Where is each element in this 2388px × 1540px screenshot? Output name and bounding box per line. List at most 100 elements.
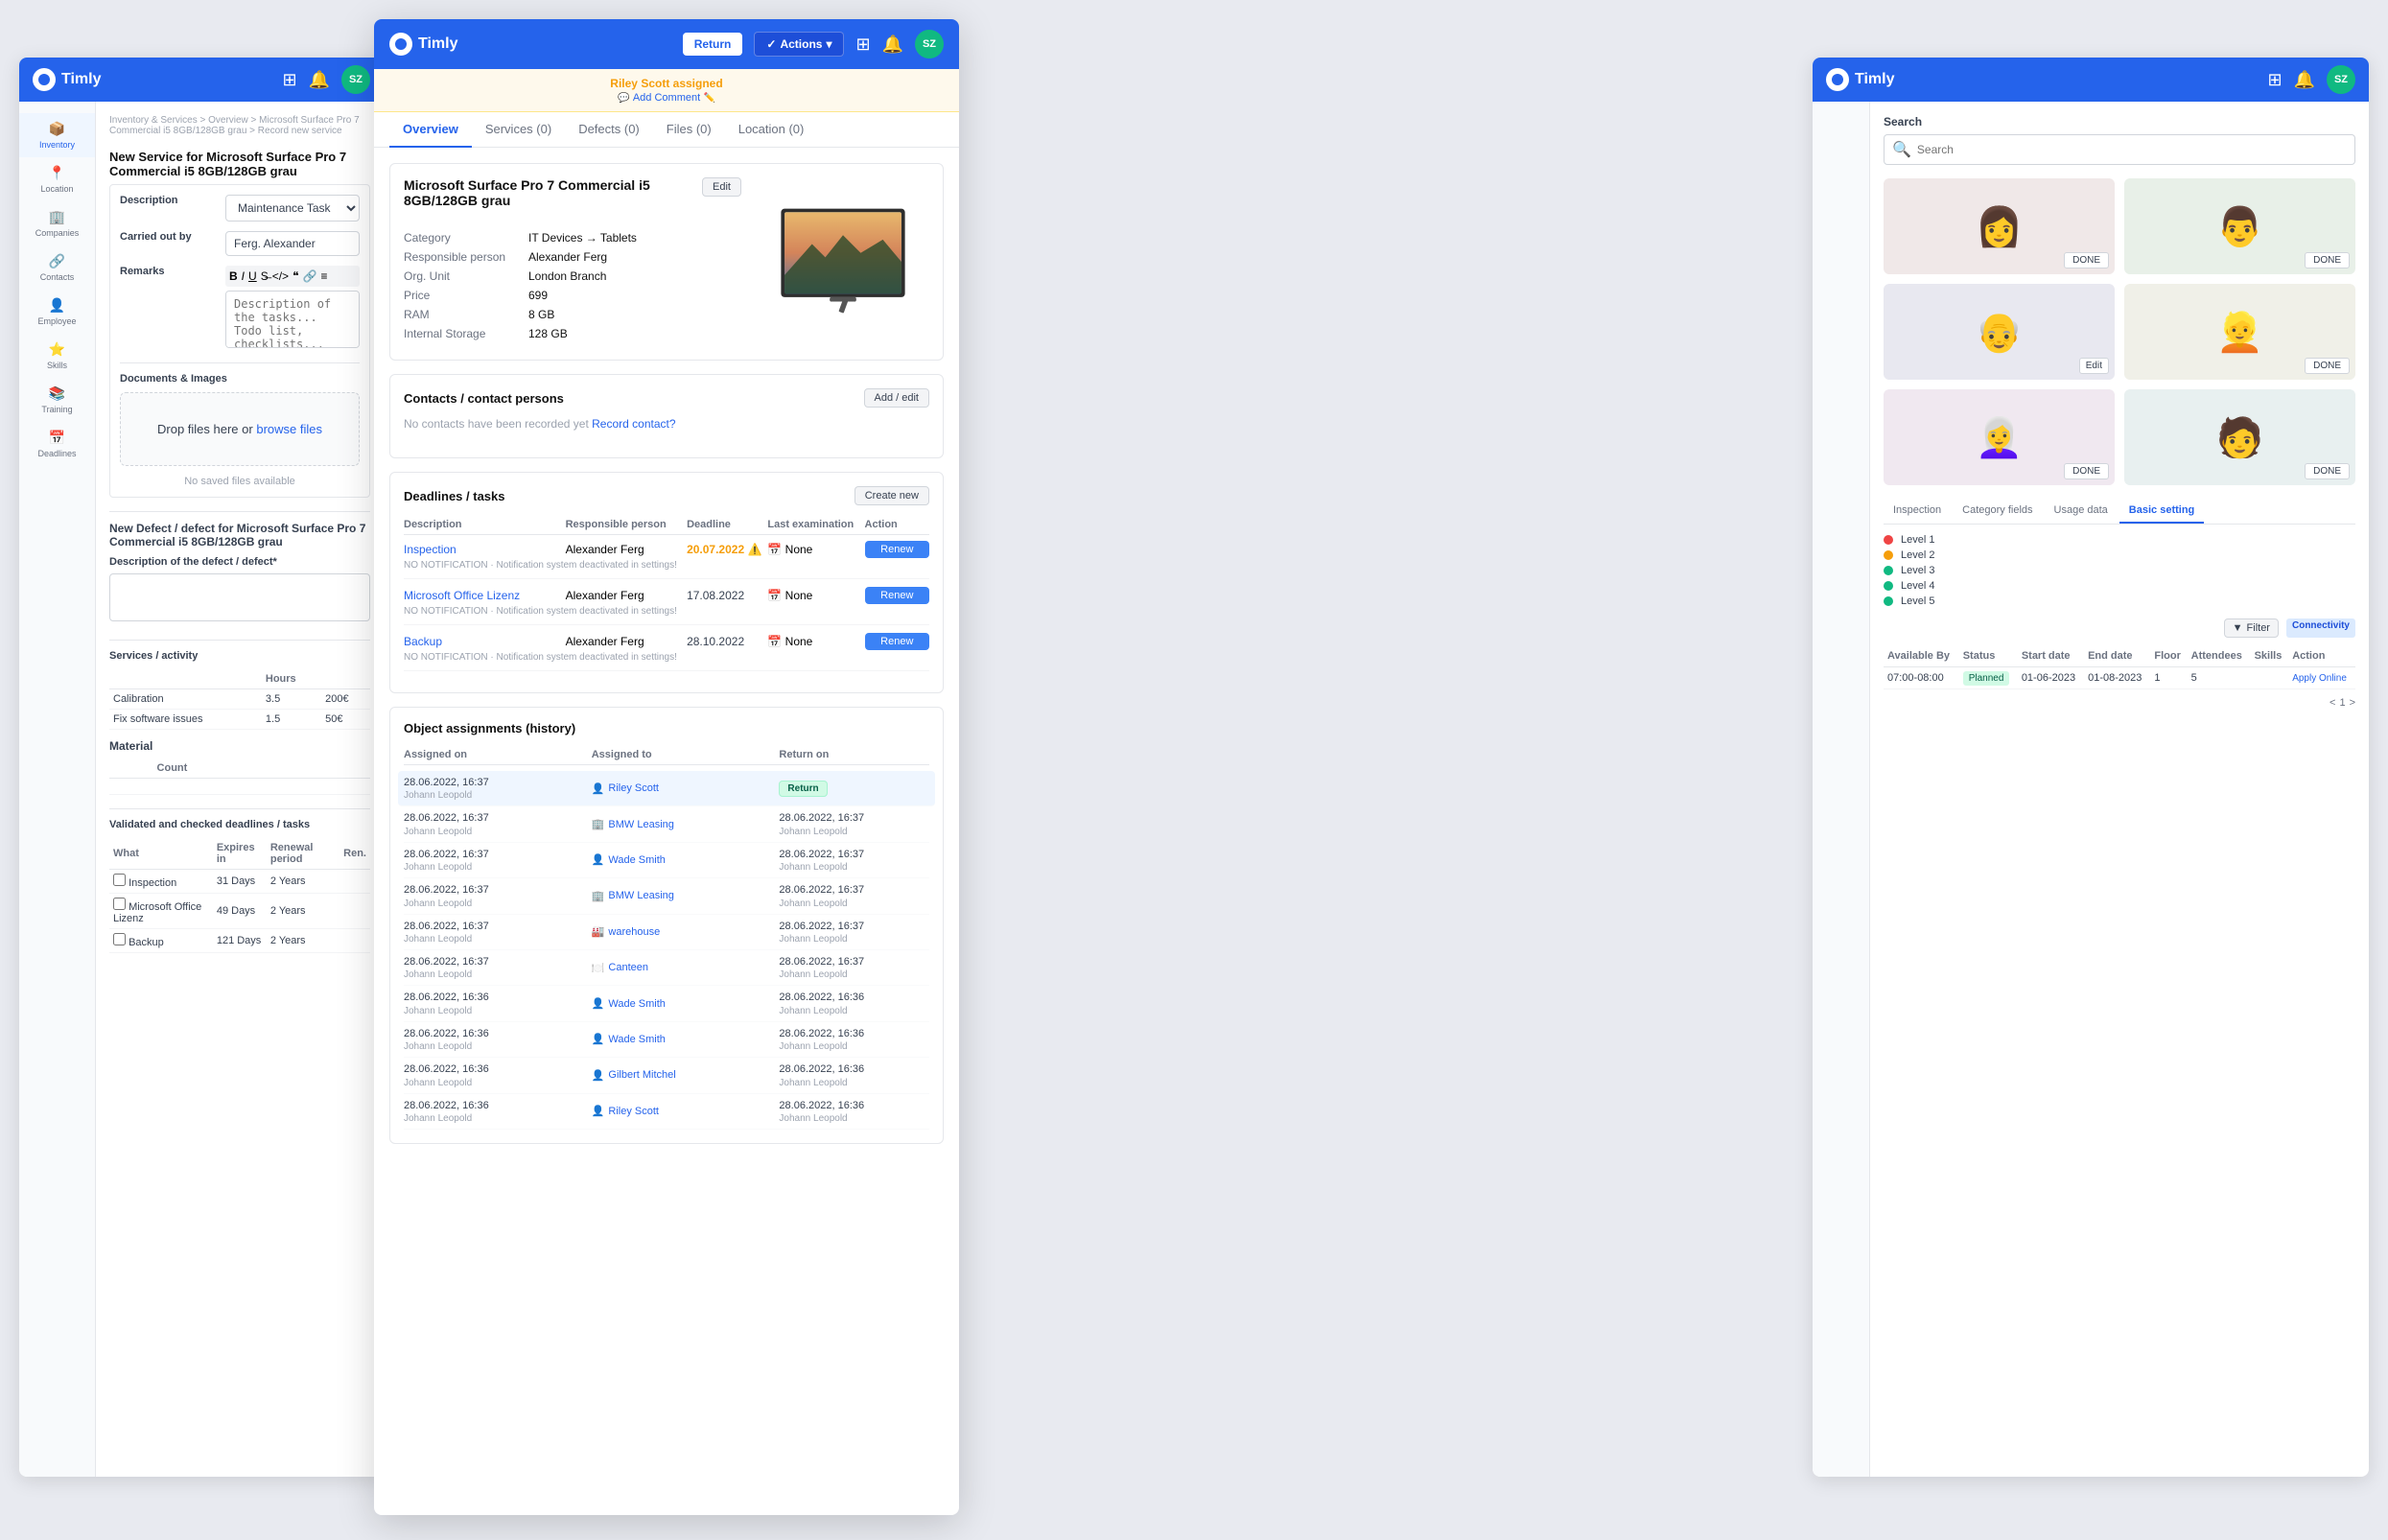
remarks-textarea[interactable] [225,291,360,348]
face-card-5: 🧑 DONE [2124,389,2355,485]
sidebar-item-contacts[interactable]: 🔗 Contacts [19,245,95,290]
sidebar-item-employee[interactable]: 👤 Employee [19,290,95,334]
assignee-link-5[interactable]: 🍽️ Canteen [592,962,780,974]
quote-icon[interactable]: ❝ [293,269,298,283]
defect-textarea[interactable] [109,573,370,621]
assign-row-2: 28.06.2022, 16:37 Johann Leopold 👤 Wade … [404,843,929,878]
italic-icon[interactable]: I [242,269,245,283]
bold-icon[interactable]: B [229,269,238,283]
avatar-main[interactable]: SZ [915,30,944,58]
assign-row-4: 28.06.2022, 16:37 Johann Leopold 🏭 wareh… [404,915,929,950]
assignee-link-6[interactable]: 👤 Wade Smith [592,997,780,1010]
done-button-5[interactable]: DONE [2305,463,2350,479]
done-button-0[interactable]: DONE [2064,252,2109,268]
drop-zone[interactable]: Drop files here or browse files [120,392,360,466]
pagination: < 1 > [1884,697,2355,709]
assignee-link-7[interactable]: 👤 Wade Smith [592,1033,780,1045]
service-row-0: Calibration 3.5 200€ [109,689,370,710]
left-header: Timly ⊞ 🔔 SZ [19,58,384,102]
assignee-link-2[interactable]: 👤 Wade Smith [592,853,780,866]
description-select[interactable]: Maintenance Task [225,195,360,222]
assignee-link-8[interactable]: 👤 Gilbert Mitchel [592,1069,780,1082]
underline-icon[interactable]: U [248,269,257,283]
filter-icon: ▼ [2233,622,2243,634]
bell-icon-left[interactable]: 🔔 [309,70,330,90]
right-tab-usage[interactable]: Usage data [2045,499,2118,524]
right-tab-inspection[interactable]: Inspection [1884,499,1951,524]
avatar-left[interactable]: SZ [341,65,370,94]
grid-icon-left[interactable]: ⊞ [282,70,296,90]
contacts-title: Contacts / contact persons [404,391,564,406]
bell-icon-right[interactable]: 🔔 [2294,70,2315,90]
list-icon[interactable]: ≡ [320,269,327,283]
return-button[interactable]: Return [683,33,743,56]
contacts-add-edit-button[interactable]: Add / edit [864,388,929,408]
deadline-inspection-row: Inspection Alexander Ferg 20.07.2022 ⚠️ … [404,541,929,579]
inventory-icon: 📦 [49,121,65,137]
assignee-link-1[interactable]: 🏢 BMW Leasing [592,818,780,830]
sidebar-item-companies[interactable]: 🏢 Companies [19,201,95,245]
browse-link[interactable]: browse files [256,422,322,436]
grid-icon-right[interactable]: ⊞ [2267,70,2282,90]
device-section: Microsoft Surface Pro 7 Commercial i5 8G… [389,163,944,361]
assignments-header: Object assignments (history) [404,721,929,735]
avatar-right[interactable]: SZ [2327,65,2355,94]
grid-icon-main[interactable]: ⊞ [855,35,870,55]
tab-defects[interactable]: Defects (0) [565,112,653,148]
link-icon[interactable]: 🔗 [303,269,317,283]
material-empty-row [109,779,370,795]
assign-row-3: 28.06.2022, 16:37 Johann Leopold 🏢 BMW L… [404,878,929,914]
renew-button-2[interactable]: Renew [865,633,929,650]
assignee-link-4[interactable]: 🏭 warehouse [592,925,780,938]
services-section: Services / activity Hours Calibration 3.… [109,640,370,795]
strikethrough-icon[interactable]: S̶ [261,269,269,283]
tab-services[interactable]: Services (0) [472,112,565,148]
calendar-icon-1[interactable]: 📅 [767,589,782,602]
edit-button-2[interactable]: Edit [2079,358,2109,374]
tab-location[interactable]: Location (0) [725,112,818,148]
actions-button[interactable]: ✓ Actions ▾ [754,32,844,57]
record-contact-link[interactable]: Record contact? [592,417,675,431]
apply-online-link[interactable]: Apply Online [2292,673,2347,684]
deadline-check-1[interactable] [113,898,126,910]
assign-date-2: 28.06.2022, 16:37 [404,848,592,862]
connectivity-badge: Connectivity [2286,618,2355,638]
create-new-button[interactable]: Create new [855,486,929,505]
tab-files[interactable]: Files (0) [653,112,725,148]
contacts-icon: 🔗 [49,253,65,269]
carried-out-input[interactable] [225,231,360,256]
assigned-user-link[interactable]: Riley Scott [610,77,669,90]
deadline-row-1: Microsoft Office Lizenz 49 Days 2 Years [109,894,370,929]
defect-label: Description of the defect / defect* [109,556,370,568]
sidebar-item-location[interactable]: 📍 Location [19,157,95,201]
building-icon-4: 🏭 [592,925,605,938]
assignee-link-0[interactable]: 👤 Riley Scott [592,782,780,795]
calendar-icon-2[interactable]: 📅 [767,635,782,648]
calendar-icon-0[interactable]: 📅 [767,543,782,556]
tab-overview[interactable]: Overview [389,112,472,148]
deadline-inspection-link[interactable]: Inspection [404,543,566,556]
filter-button[interactable]: ▼ Filter [2224,618,2279,638]
device-edit-button[interactable]: Edit [702,177,741,197]
done-button-3[interactable]: DONE [2305,358,2350,374]
done-button-1[interactable]: DONE [2305,252,2350,268]
bell-icon-main[interactable]: 🔔 [882,35,903,55]
sidebar-item-skills[interactable]: ⭐ Skills [19,334,95,378]
deadline-office-link[interactable]: Microsoft Office Lizenz [404,589,566,602]
sidebar-item-training[interactable]: 📚 Training [19,378,95,422]
code-icon[interactable]: </> [272,269,289,283]
search-input[interactable] [1917,143,2347,156]
renew-button-1[interactable]: Renew [865,587,929,604]
assignee-link-3[interactable]: 🏢 BMW Leasing [592,890,780,902]
deadline-backup-link[interactable]: Backup [404,635,566,648]
done-button-4[interactable]: DONE [2064,463,2109,479]
deadline-check-2[interactable] [113,933,126,945]
sidebar-item-deadlines[interactable]: 📅 Deadlines [19,422,95,466]
assignee-link-9[interactable]: 👤 Riley Scott [592,1105,780,1117]
sidebar-item-inventory[interactable]: 📦 Inventory [19,113,95,157]
right-tab-category[interactable]: Category fields [1953,499,2042,524]
right-tab-basic[interactable]: Basic setting [2119,499,2204,524]
renew-button-0[interactable]: Renew [865,541,929,558]
add-comment-link[interactable]: Add Comment [633,92,700,104]
deadline-check-0[interactable] [113,874,126,886]
